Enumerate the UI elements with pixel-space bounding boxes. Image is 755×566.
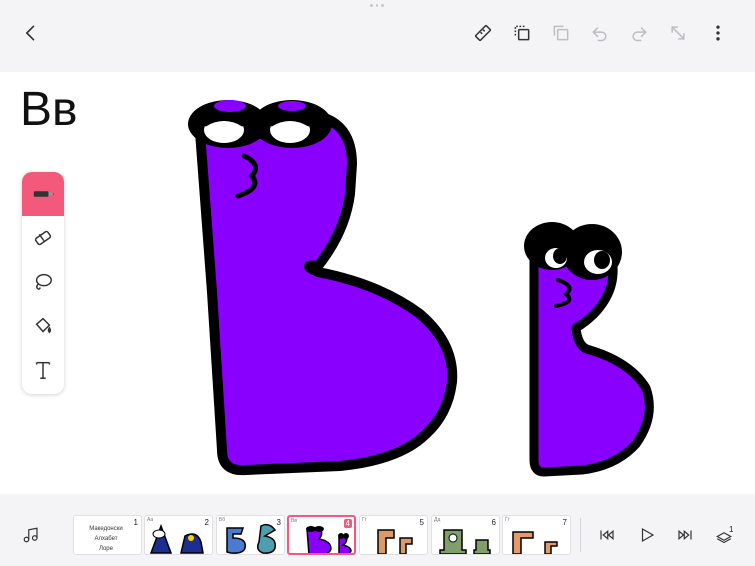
fill-tool[interactable] xyxy=(22,304,64,348)
frame-4-preview xyxy=(306,526,352,553)
drag-handle[interactable] xyxy=(370,4,385,7)
more-options-icon[interactable] xyxy=(705,20,731,46)
pen-tool[interactable] xyxy=(22,172,64,216)
big-character xyxy=(194,108,458,476)
frame-7-preview xyxy=(512,531,558,554)
lasso-icon xyxy=(35,273,52,290)
frame-3-preview xyxy=(226,523,277,554)
fill-bucket-icon xyxy=(35,317,52,334)
eraser-icon xyxy=(34,230,52,246)
ruler-icon[interactable] xyxy=(470,20,496,46)
pen-icon xyxy=(33,191,54,197)
text-icon xyxy=(35,361,51,379)
frame-thumbnail-4-selected[interactable]: Вв 4 xyxy=(287,515,356,555)
back-icon[interactable] xyxy=(18,20,44,46)
lasso-tool[interactable] xyxy=(22,260,64,304)
skip-to-start-icon[interactable] xyxy=(596,524,618,546)
letter-title: Вв xyxy=(20,83,78,136)
frame-6-preview xyxy=(439,529,491,554)
frame-thumbnail-3[interactable]: Бб 3 xyxy=(216,515,285,555)
layer-count: 1 xyxy=(729,525,734,534)
frame-thumbnail-7[interactable]: Ѓѓ 7 xyxy=(502,515,571,555)
frame-thumbnail-2[interactable]: Аа 2 xyxy=(144,515,213,555)
expand-icon[interactable] xyxy=(665,20,691,46)
divider xyxy=(580,518,581,552)
skip-to-end-icon[interactable] xyxy=(674,524,696,546)
copy-layer-icon[interactable] xyxy=(509,20,535,46)
timeline-bar: 1 Македонски Алхабет Лоре Аа 2 Бб 3 Вв 4 xyxy=(0,494,755,566)
undo-icon[interactable] xyxy=(587,20,613,46)
top-toolbar xyxy=(0,0,755,72)
cover-text: Македонски Алхабет Лоре xyxy=(89,526,123,552)
frame-thumbnail-6[interactable]: Дд 6 xyxy=(431,515,500,555)
tool-palette xyxy=(22,172,64,394)
text-tool[interactable] xyxy=(22,348,64,392)
frame-5-preview xyxy=(377,529,413,554)
eraser-tool[interactable] xyxy=(22,216,64,260)
letter-drawing xyxy=(188,100,654,477)
drawing-canvas[interactable]: Вв xyxy=(0,72,755,494)
play-icon[interactable] xyxy=(636,524,658,546)
frame-2-preview xyxy=(149,523,204,554)
small-character xyxy=(529,253,654,477)
frame-thumbnail-5[interactable]: Гг 5 xyxy=(359,515,428,555)
music-icon[interactable] xyxy=(20,524,42,546)
frame-thumbnail-1[interactable]: 1 Македонски Алхабет Лоре xyxy=(73,515,142,555)
duplicate-icon[interactable] xyxy=(548,20,574,46)
redo-icon[interactable] xyxy=(626,20,652,46)
